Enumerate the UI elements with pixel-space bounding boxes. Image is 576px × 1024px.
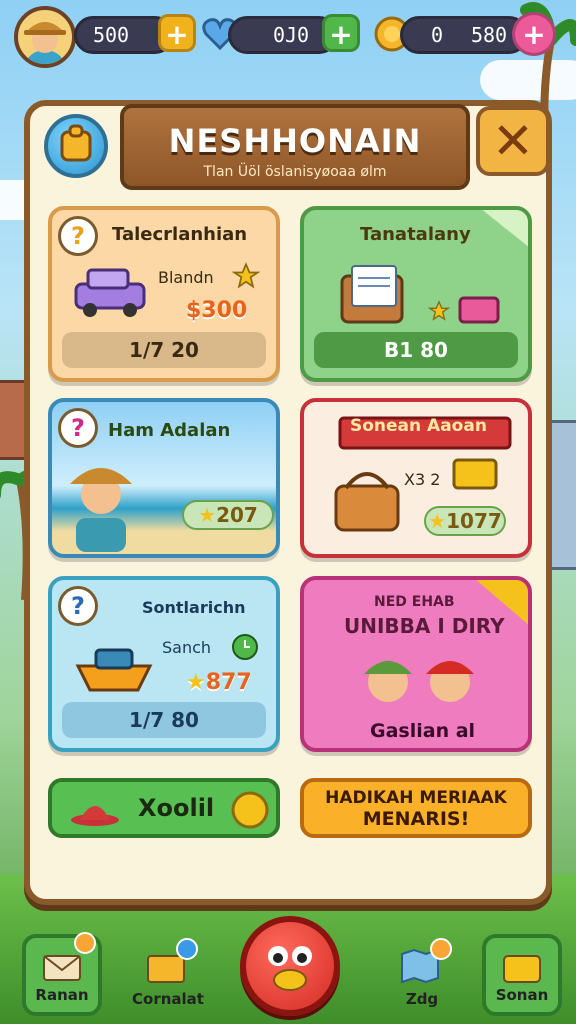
chest-icon: [452, 458, 498, 490]
card-price: 207: [216, 503, 258, 527]
help-icon[interactable]: ?: [58, 586, 98, 626]
star-icon: [232, 262, 260, 289]
close-button[interactable]: ✕: [476, 106, 550, 176]
gem-value-a: 0: [430, 23, 444, 47]
nav-label: Sonan: [495, 986, 549, 1004]
player-avatar[interactable]: [14, 6, 76, 68]
house: [548, 420, 576, 570]
add-hearts-button[interactable]: +: [322, 14, 360, 52]
character-icon: [70, 468, 132, 552]
corner-tag-icon: [482, 210, 528, 247]
car-icon: [74, 268, 146, 317]
notification-badge: [74, 932, 96, 954]
shop-card-basket[interactable]: Sonean Aaoan X3 2 ★1077: [300, 398, 532, 558]
characters-icon: [364, 661, 474, 702]
card-title: Sontlarichn: [142, 598, 246, 617]
hat-icon: [71, 806, 119, 826]
nav-item-inventory[interactable]: Sonan: [482, 934, 562, 1016]
star-icon: ★: [186, 670, 206, 695]
card-title: Ham Adalan: [108, 420, 231, 441]
title-banner: NESHHONAIN Tlan Üöl öslanisyøoaa ølm: [120, 104, 470, 190]
gem-value-b: 580: [470, 23, 508, 47]
card-progress: B1 80: [314, 332, 518, 368]
nav-label: Cornalat: [132, 990, 204, 1008]
shop-panel: NESHHONAIN Tlan Üöl öslanisyøoaa ølm ✕ ?…: [24, 100, 552, 905]
open-label-2: MENARIS!: [362, 808, 470, 830]
card-progress: 1/7 20: [62, 332, 266, 368]
help-icon[interactable]: ?: [58, 408, 98, 448]
shop-card-friends[interactable]: NED EHAB UNIBBA I DIRY Gaslian al: [300, 576, 532, 752]
card-title: UNIBBA I DIRY: [344, 614, 505, 638]
star-icon: ★: [198, 503, 217, 527]
nav-item-messages[interactable]: Ranan: [22, 932, 102, 1016]
shop-card-beach[interactable]: ? Ham Adalan ★207: [48, 398, 280, 558]
chest-icon: [503, 955, 541, 983]
nav-label: Zdg: [405, 990, 439, 1008]
card-title: Sonean Aaoan: [350, 416, 487, 436]
notification-badge: [176, 938, 198, 960]
boat-icon: [75, 648, 153, 692]
menu-button[interactable]: [44, 114, 108, 178]
shop-card-documents[interactable]: Tanatalany B1 80: [300, 206, 532, 382]
add-gems-button[interactable]: +: [512, 12, 556, 56]
nav-center-button[interactable]: [240, 916, 340, 1016]
coin-icon: [231, 791, 269, 829]
star-icon: [428, 300, 450, 321]
shop-card-boat[interactable]: ? Sontlarichn Sanch ★877 1/7 80: [48, 576, 280, 752]
card-label: Sanch: [162, 638, 212, 657]
basket-icon: [334, 472, 400, 532]
nav-label: Ranan: [35, 986, 89, 1004]
page-subtitle: Tlan Üöl öslanisyøoaa ølm: [203, 164, 387, 180]
puzzle-icon: [60, 124, 92, 162]
price-pill: ★207: [182, 500, 274, 530]
price-pill: ★1077: [424, 506, 506, 536]
collect-label: Xoolil: [138, 794, 215, 822]
notification-badge: [430, 938, 452, 960]
heart-value: 0J0: [272, 23, 310, 47]
nav-item-map[interactable]: Zdg: [382, 934, 462, 1016]
help-icon[interactable]: ?: [58, 216, 98, 256]
folder-icon: [340, 265, 404, 324]
top-bar: 500 + 0J0 + 0 580 +: [0, 0, 576, 80]
star-icon: ★: [428, 509, 447, 533]
collect-button[interactable]: Xoolil: [48, 778, 280, 838]
card-label: X3 2: [404, 470, 441, 489]
card-price: $300: [186, 298, 248, 323]
card-price-wrap: ★877: [186, 670, 252, 695]
card-title: Talecrlanhian: [112, 224, 248, 245]
gift-icon: [458, 296, 500, 324]
smiley-icon: [268, 946, 312, 991]
mail-icon: [43, 955, 81, 981]
page-title: NESHHONAIN: [168, 122, 422, 160]
avatar-icon: [24, 22, 66, 64]
gem-counter: 0 580: [400, 16, 528, 54]
card-progress: 1/7 80: [62, 702, 266, 738]
card-price: 1077: [446, 509, 502, 533]
card-subtitle: NED EHAB: [374, 594, 455, 610]
card-label: Blandn: [158, 268, 214, 287]
open-button[interactable]: HADIKAH MERIAAK MENARIS!: [300, 778, 532, 838]
card-label: Gaslian al: [370, 720, 476, 742]
coin-value: 500: [92, 23, 130, 47]
open-label-1: HADIKAH MERIAAK: [325, 788, 507, 808]
clock-icon: [232, 634, 258, 660]
shop-card-car[interactable]: ? Talecrlanhian Blandn $300 1/7 20: [48, 206, 280, 382]
add-coins-button[interactable]: +: [158, 14, 196, 52]
card-price: 877: [205, 670, 252, 695]
nav-item-shop[interactable]: Cornalat: [128, 934, 208, 1016]
card-title: Tanatalany: [360, 224, 471, 245]
